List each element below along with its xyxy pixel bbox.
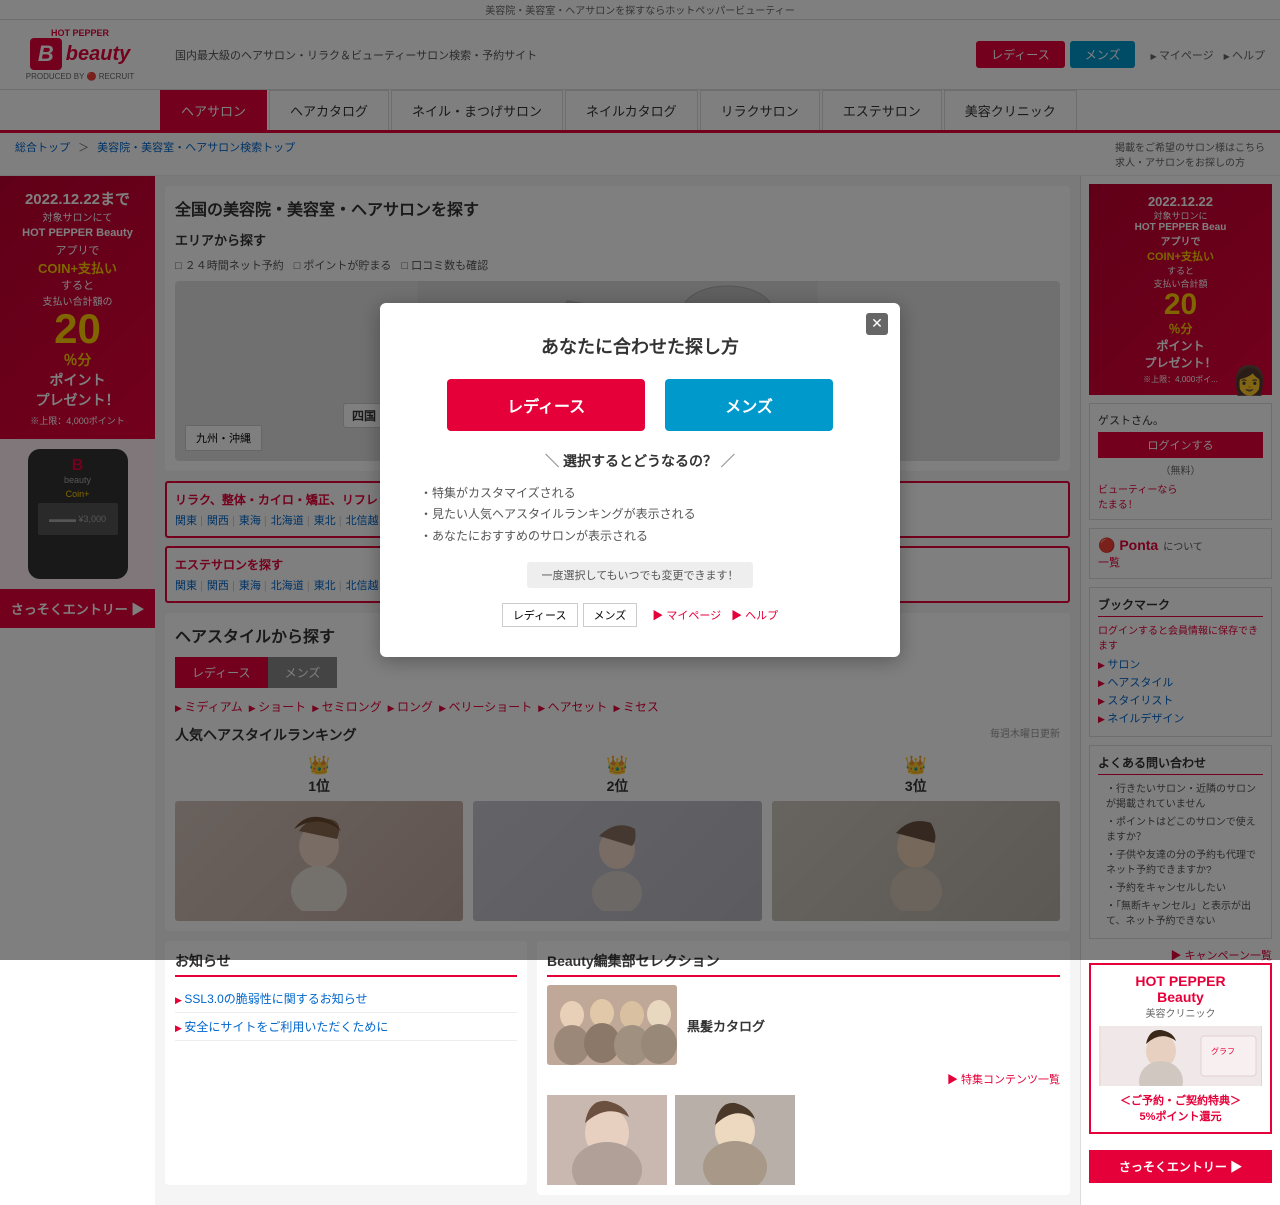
- editorial-img3[interactable]: [675, 1095, 795, 1185]
- modal-note: 一度選択してもいつでも変更できます！: [527, 562, 754, 588]
- right-entry-button[interactable]: さっそくエントリー ▶: [1089, 1150, 1272, 1183]
- editorial-text-area: 黒髪カタログ: [687, 1016, 765, 1035]
- news-editorial-row: お知らせ SSL3.0の脆弱性に関するお知らせ 安全にサイトをご利用いただくため…: [165, 941, 1070, 1195]
- modal-benefits: ・特集がカスタマイズされる ・見たい人気ヘアスタイルランキングが表示される ・あ…: [420, 483, 860, 548]
- modal-benefit-1: ・特集がカスタマイズされる: [420, 483, 860, 505]
- modal-footer-ladies-btn[interactable]: レディース: [502, 603, 578, 627]
- modal-ladies-button[interactable]: レディース: [447, 379, 645, 431]
- modal-footer-links: ▶ マイページ ▶ ヘルプ: [652, 607, 778, 623]
- modal-gender-buttons: レディース メンズ: [420, 379, 860, 431]
- modal-overlay[interactable]: ✕ あなたに合わせた探し方 レディース メンズ ＼ 選択するとどうなるの？ ／ …: [0, 0, 1280, 960]
- editorial-main-text: 黒髪カタログ: [687, 1016, 765, 1035]
- clinic-image-svg: グラフ: [1101, 1026, 1261, 1086]
- editorial-img2[interactable]: [547, 1095, 667, 1185]
- clinic-sub: 美容クリニック: [1099, 1005, 1262, 1020]
- clinic-offer: ＜ご予約・ご契約特典＞5%ポイント還元: [1099, 1092, 1262, 1124]
- news-item-2: 安全にサイトをご利用いただくために: [175, 1013, 517, 1041]
- modal-close-button[interactable]: ✕: [866, 313, 888, 335]
- modal-footer-gender: レディース メンズ: [502, 603, 637, 627]
- clinic-logo: HOT PEPPERBeauty: [1099, 973, 1262, 1005]
- editorial-more-link[interactable]: ▶ 特集コンテンツ一覧: [547, 1071, 1060, 1087]
- modal-select-info: ＼ 選択するとどうなるの？ ／: [420, 451, 860, 471]
- modal-help-link[interactable]: ▶ ヘルプ: [731, 607, 778, 623]
- news-item-1: SSL3.0の脆弱性に関するお知らせ: [175, 985, 517, 1013]
- clinic-promo: HOT PEPPERBeauty 美容クリニック グラフ ＜ご予約・ご契約特典＞…: [1089, 963, 1272, 1134]
- modal-benefit-3: ・あなたにおすすめのサロンが表示される: [420, 526, 860, 548]
- editorial-item: 黒髪カタログ: [547, 985, 1060, 1065]
- editorial-img3-svg: [675, 1095, 795, 1185]
- modal-box: ✕ あなたに合わせた探し方 レディース メンズ ＼ 選択するとどうなるの？ ／ …: [380, 303, 900, 658]
- editorial-row2: [547, 1095, 1060, 1185]
- modal-benefit-2: ・見たい人気ヘアスタイルランキングが表示される: [420, 504, 860, 526]
- modal-footer: レディース メンズ ▶ マイページ ▶ ヘルプ: [420, 603, 860, 627]
- news-link-2[interactable]: 安全にサイトをご利用いただくために: [184, 1020, 388, 1034]
- editorial-main-image[interactable]: [547, 985, 677, 1065]
- modal-footer-mens-btn[interactable]: メンズ: [583, 603, 638, 627]
- news-link-1[interactable]: SSL3.0の脆弱性に関するお知らせ: [184, 992, 367, 1006]
- news-section: お知らせ SSL3.0の脆弱性に関するお知らせ 安全にサイトをご利用いただくため…: [165, 941, 527, 1185]
- editorial-img2-svg: [547, 1095, 667, 1185]
- editorial-section: Beauty編集部セレクション: [537, 941, 1070, 1195]
- modal-title: あなたに合わせた探し方: [420, 333, 860, 359]
- svg-text:グラフ: グラフ: [1211, 1046, 1235, 1056]
- modal-mypage-link[interactable]: ▶ マイページ: [652, 607, 721, 623]
- clinic-image: グラフ: [1099, 1026, 1262, 1086]
- modal-mens-button[interactable]: メンズ: [665, 379, 833, 431]
- editorial-image-svg: [547, 985, 677, 1065]
